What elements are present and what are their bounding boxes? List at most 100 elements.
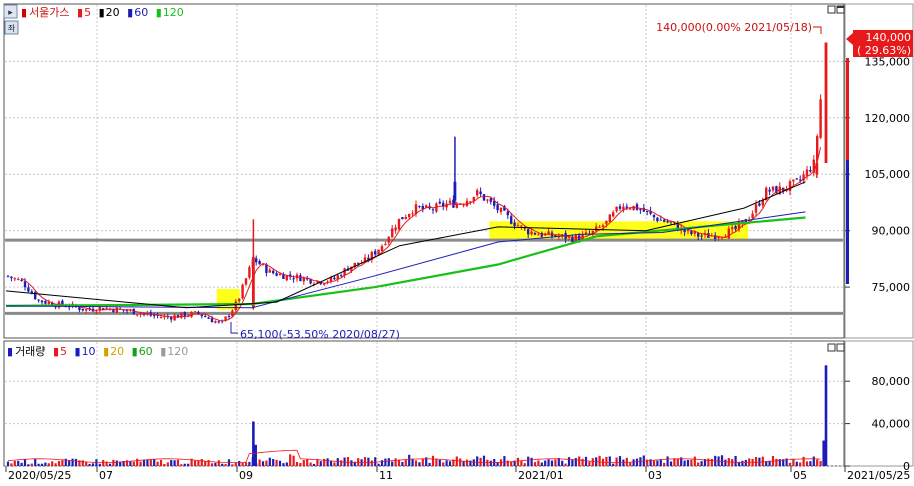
candle-body bbox=[819, 99, 822, 138]
volume-bar bbox=[200, 459, 203, 466]
volume-bar bbox=[282, 463, 285, 466]
candle-body bbox=[431, 209, 435, 211]
volume-axis-strip bbox=[844, 340, 914, 467]
volume-bar bbox=[741, 460, 744, 466]
candle-body bbox=[574, 234, 577, 242]
volume-bar bbox=[824, 365, 828, 466]
volume-bar bbox=[374, 457, 377, 466]
volume-bar bbox=[254, 444, 257, 466]
candle-body bbox=[513, 222, 516, 226]
candle-body bbox=[527, 229, 530, 235]
volume-bar bbox=[367, 457, 370, 466]
volume-bar bbox=[88, 463, 91, 466]
candle-body bbox=[482, 194, 486, 201]
volume-bar bbox=[44, 462, 47, 466]
volume-bar bbox=[615, 457, 618, 466]
candle-body bbox=[625, 206, 628, 208]
candle-body bbox=[438, 201, 441, 204]
candle-body bbox=[394, 227, 397, 231]
candle-body bbox=[520, 225, 523, 227]
volume-maximize-icon[interactable] bbox=[836, 343, 845, 352]
volume-bar bbox=[652, 460, 656, 466]
volume-bar bbox=[71, 458, 74, 466]
vma5-label: 5 bbox=[60, 345, 67, 358]
price-plot-area[interactable] bbox=[3, 3, 845, 339]
candle-body bbox=[85, 309, 88, 311]
volume-bar bbox=[391, 461, 394, 466]
candle-body bbox=[374, 251, 377, 255]
volume-minimize-icon[interactable] bbox=[827, 343, 836, 352]
current-price: 140,000 bbox=[866, 31, 912, 44]
volume-bar bbox=[397, 459, 401, 466]
volume-bar bbox=[193, 460, 197, 466]
y-tick-label: 90,000 bbox=[872, 225, 911, 238]
volume-bar bbox=[816, 459, 819, 466]
volume-bar bbox=[272, 458, 275, 466]
y-tick-label: 120,000 bbox=[865, 112, 911, 125]
candle-body bbox=[244, 278, 248, 285]
volume-bar bbox=[584, 456, 588, 466]
candle-body bbox=[217, 321, 220, 323]
candle-body bbox=[727, 228, 730, 239]
volume-bar bbox=[265, 460, 268, 466]
candle-body bbox=[258, 261, 261, 265]
volume-bar bbox=[377, 463, 380, 466]
volume-bar bbox=[707, 458, 710, 466]
minimize-icon[interactable] bbox=[827, 5, 836, 14]
candle-body bbox=[27, 287, 30, 292]
candle-body bbox=[40, 300, 44, 303]
volume-bar bbox=[380, 460, 384, 466]
volume-bar bbox=[533, 462, 537, 466]
candle-body bbox=[615, 206, 618, 212]
candle-body bbox=[758, 203, 761, 206]
candle-body bbox=[193, 311, 197, 313]
candle-body bbox=[659, 219, 662, 221]
candle-body bbox=[635, 204, 639, 210]
volume-bar bbox=[30, 463, 33, 466]
volume-bar bbox=[530, 457, 533, 466]
candle-body bbox=[401, 217, 404, 220]
candle-body bbox=[204, 315, 207, 317]
volume-bar bbox=[598, 455, 601, 466]
volume-bar bbox=[554, 459, 557, 466]
volume-bar bbox=[734, 455, 737, 466]
candle-body bbox=[448, 200, 452, 203]
candle-body bbox=[629, 208, 632, 210]
volume-bar bbox=[693, 456, 696, 466]
vma10-label: 10 bbox=[82, 345, 96, 358]
volume-bar bbox=[822, 440, 826, 466]
candle-body bbox=[792, 179, 795, 182]
maximize-icon-bar bbox=[837, 6, 844, 8]
volume-bar bbox=[299, 462, 302, 466]
candle-body bbox=[20, 279, 23, 281]
y-tick-label: 105,000 bbox=[865, 168, 911, 181]
volume-bar bbox=[635, 458, 639, 466]
volume-bar bbox=[819, 460, 822, 466]
y-axis-toggle-icon[interactable]: 좌 bbox=[8, 24, 16, 33]
volume-bar bbox=[37, 463, 40, 466]
candle-body bbox=[476, 190, 479, 196]
volume-plot-area[interactable] bbox=[3, 340, 845, 467]
vma20-label: 20 bbox=[110, 345, 124, 358]
volume-bar bbox=[588, 461, 591, 466]
volume-bar bbox=[231, 464, 234, 466]
candle-body bbox=[584, 232, 588, 234]
candle-body bbox=[686, 229, 690, 232]
volume-bar bbox=[221, 463, 224, 466]
candle-body bbox=[506, 211, 509, 216]
volume-bar bbox=[248, 461, 251, 466]
volume-bar bbox=[156, 461, 159, 466]
candle-body bbox=[754, 204, 758, 213]
volume-bar bbox=[333, 462, 336, 466]
volume-bar bbox=[98, 463, 101, 466]
volume-bar bbox=[564, 463, 567, 466]
volume-bar bbox=[666, 456, 669, 466]
candle-body bbox=[227, 315, 231, 317]
volume-bar bbox=[275, 459, 278, 466]
volume-bar bbox=[476, 456, 479, 466]
volume-bar bbox=[224, 464, 227, 466]
candle-body bbox=[139, 313, 142, 315]
price-range-bar-down bbox=[846, 160, 849, 284]
panel-collapse-icon[interactable]: ▸ bbox=[8, 8, 13, 18]
x-tick-label: 09 bbox=[239, 469, 253, 482]
